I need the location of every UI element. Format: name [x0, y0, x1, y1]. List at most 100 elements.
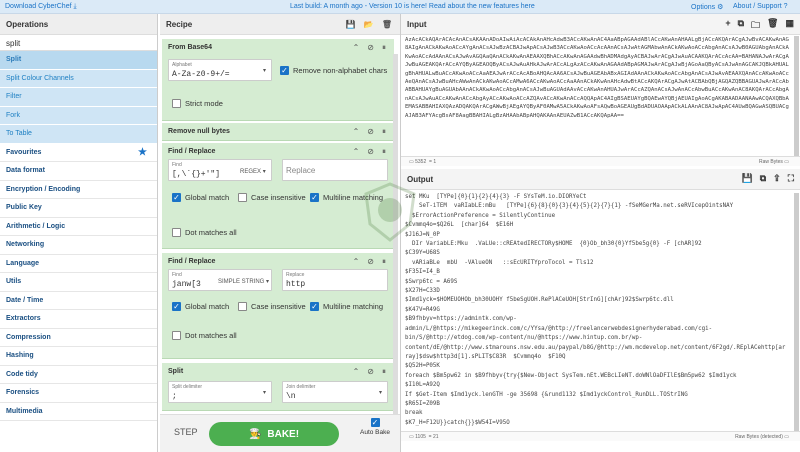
- category-item[interactable]: Multimedia: [0, 403, 157, 421]
- replace-input[interactable]: Replace http: [282, 269, 388, 291]
- category-item[interactable]: Networking: [0, 236, 157, 255]
- output-scrollbar[interactable]: [794, 193, 799, 431]
- category-item[interactable]: Date / Time: [0, 292, 157, 310]
- new-window-icon[interactable]: ⧉: [738, 18, 744, 34]
- download-icon: ⤓: [73, 3, 77, 10]
- save-icon[interactable]: 💾: [346, 20, 356, 29]
- output-line: foreach $Bm5pw62 in $B9fhbyv{try{$New-Ob…: [405, 372, 737, 379]
- join-delimiter-input[interactable]: Join delimiter \n ▾: [282, 381, 388, 403]
- multiline-checkbox[interactable]: ✓ Multiline matching: [310, 302, 383, 311]
- op-remove-null-bytes[interactable]: Remove null bytes ⌃ ⊘ ⏸: [162, 123, 394, 141]
- layout-icon[interactable]: ▦: [785, 18, 794, 34]
- category-item[interactable]: Public Key: [0, 199, 157, 218]
- alphabet-select[interactable]: Alphabet A-Za-z0-9+/= ▾: [168, 59, 272, 81]
- global-match-checkbox[interactable]: ✓ Global match: [172, 193, 229, 202]
- op-split[interactable]: Split ⌃ ⊘ ⏸ Split delimiter ; ▾ Join delim…: [162, 363, 394, 411]
- search-result-item[interactable]: Split: [0, 51, 157, 70]
- split-delimiter-input[interactable]: Split delimiter ; ▾: [168, 381, 272, 403]
- output-line: $J16J=N_0P: [405, 231, 440, 238]
- raw-bytes-toggle[interactable]: Raw Bytes: [759, 159, 783, 165]
- category-item[interactable]: Arithmetic / Logic: [0, 218, 157, 236]
- chevron-up-icon[interactable]: ⌃: [353, 147, 360, 157]
- raw-bytes-toggle[interactable]: Raw Bytes (detected): [735, 434, 783, 440]
- output-line: $C39Y=U68S: [405, 250, 440, 257]
- search-result-item[interactable]: Fork: [0, 106, 157, 125]
- find-type-select[interactable]: REGEX ▾: [240, 168, 266, 175]
- op-find-replace-2[interactable]: Find / Replace ⌃ ⊘ ⏸ Find janw[3 SIMPLE ST…: [162, 253, 394, 359]
- trash-icon[interactable]: 🗑: [767, 18, 778, 34]
- options-link[interactable]: Options ⚙: [691, 3, 723, 11]
- output-line: break: [405, 410, 423, 417]
- operations-title: Operations: [0, 14, 157, 35]
- output-line: content/dE/@http://www.stmarouns.nsw.edu…: [405, 344, 786, 351]
- chevron-up-icon[interactable]: ⌃: [353, 43, 360, 53]
- category-item[interactable]: Encryption / Encoding: [0, 181, 157, 199]
- output-line: $K47V=R49G: [405, 306, 440, 313]
- about-support-link[interactable]: About / Support ?: [733, 3, 788, 10]
- case-insensitive-checkbox[interactable]: Case insensitive: [238, 193, 306, 202]
- build-notice-link[interactable]: Last build: A month ago - Version 10 is …: [290, 3, 535, 10]
- category-item[interactable]: Extractors: [0, 310, 157, 329]
- check-icon: ✓: [370, 418, 380, 427]
- pause-icon[interactable]: ⏸: [382, 127, 386, 137]
- op-from-base64[interactable]: From Base64 ⌃ ⊘ ⏸ Alphabet A-Za-z0-9+/= ▾ …: [162, 39, 394, 121]
- step-button[interactable]: STEP: [174, 427, 198, 437]
- category-item[interactable]: Forensics: [0, 384, 157, 403]
- pause-icon[interactable]: ⏸: [382, 367, 386, 377]
- download-link[interactable]: Download CyberChef ⤓: [5, 3, 77, 11]
- input-scrollbar[interactable]: [794, 36, 799, 156]
- pause-icon[interactable]: ⏸: [382, 147, 386, 157]
- chevron-up-icon[interactable]: ⌃: [353, 367, 360, 377]
- case-insensitive-checkbox[interactable]: Case insensitive: [238, 302, 306, 311]
- category-item[interactable]: Utils: [0, 273, 157, 292]
- category-list: Favourites ★ Data format Encryption / Encod…: [0, 144, 157, 421]
- copy-icon[interactable]: ⧉: [760, 173, 766, 184]
- disable-icon[interactable]: ⊘: [367, 147, 374, 157]
- folder-icon[interactable]: 🗀: [751, 18, 760, 34]
- category-item[interactable]: Language: [0, 255, 157, 273]
- auto-bake-checkbox[interactable]: ✓ Auto Bake: [357, 418, 393, 436]
- search-result-item[interactable]: Split Colour Channels: [0, 69, 157, 88]
- search-result-item[interactable]: Filter: [0, 88, 157, 107]
- op-title: From Base64: [168, 44, 212, 51]
- folder-icon[interactable]: 📂: [364, 20, 374, 29]
- output-text[interactable]: set MKu [TYPe]{0}{1}{2}{4}{3} -F SYsTeM.…: [405, 193, 792, 429]
- disable-icon[interactable]: ⊘: [367, 367, 374, 377]
- category-item[interactable]: Data format: [0, 162, 157, 181]
- chevron-up-icon[interactable]: ⌃: [353, 257, 360, 267]
- dot-matches-all-checkbox[interactable]: Dot matches all: [172, 331, 237, 340]
- disable-icon[interactable]: ⊘: [367, 43, 374, 53]
- category-item[interactable]: Hashing: [0, 347, 157, 366]
- operations-panel: Operations split Split Split Colour Chann…: [0, 14, 158, 452]
- plus-icon[interactable]: +: [725, 18, 730, 34]
- fullscreen-icon[interactable]: ⛶: [788, 173, 794, 184]
- find-type-select[interactable]: SIMPLE STRING ▾: [218, 278, 269, 285]
- dot-matches-all-checkbox[interactable]: Dot matches all: [172, 228, 237, 237]
- op-find-replace-1[interactable]: Find / Replace ⌃ ⊘ ⏸ Find [,\`{}+'"] REGEX…: [162, 143, 394, 249]
- chevron-down-icon: ▾: [378, 390, 382, 396]
- pause-icon[interactable]: ⏸: [382, 257, 386, 267]
- replace-input[interactable]: Replace: [282, 159, 388, 181]
- global-match-checkbox[interactable]: ✓ Global match: [172, 302, 229, 311]
- check-icon: ✓: [310, 302, 319, 311]
- replace-input-icon[interactable]: ⇪: [773, 173, 781, 184]
- chevron-down-icon: ▾: [262, 390, 266, 396]
- trash-icon[interactable]: 🗑: [382, 20, 392, 29]
- input-header: Input + ⧉ 🗀 🗑 ▦: [401, 14, 800, 35]
- disable-icon[interactable]: ⊘: [367, 127, 374, 137]
- search-result-item[interactable]: To Table: [0, 125, 157, 144]
- bake-button[interactable]: 👨‍🍳 BAKE!: [209, 422, 339, 446]
- chevron-up-icon[interactable]: ⌃: [353, 127, 360, 137]
- save-icon[interactable]: 💾: [741, 173, 752, 184]
- remove-nonalpha-checkbox[interactable]: ✓ Remove non-alphabet chars: [280, 66, 387, 75]
- operations-search-input[interactable]: split: [0, 35, 157, 51]
- input-textarea[interactable]: AzAcACkAQArACAcAnACsAKAAnADoAIwAiAcACAkA…: [405, 36, 792, 156]
- category-item[interactable]: Compression: [0, 329, 157, 347]
- category-item[interactable]: Favourites ★: [0, 144, 157, 162]
- category-item[interactable]: Code tidy: [0, 366, 157, 384]
- output-line: $Swrp6tc = A69S: [405, 278, 458, 285]
- strict-mode-checkbox[interactable]: Strict mode: [172, 99, 223, 108]
- disable-icon[interactable]: ⊘: [367, 257, 374, 267]
- input-panel: Input + ⧉ 🗀 🗑 ▦ AzAcACkAQArACAcAnACsAKAA…: [400, 14, 800, 169]
- pause-icon[interactable]: ⏸: [382, 43, 386, 53]
